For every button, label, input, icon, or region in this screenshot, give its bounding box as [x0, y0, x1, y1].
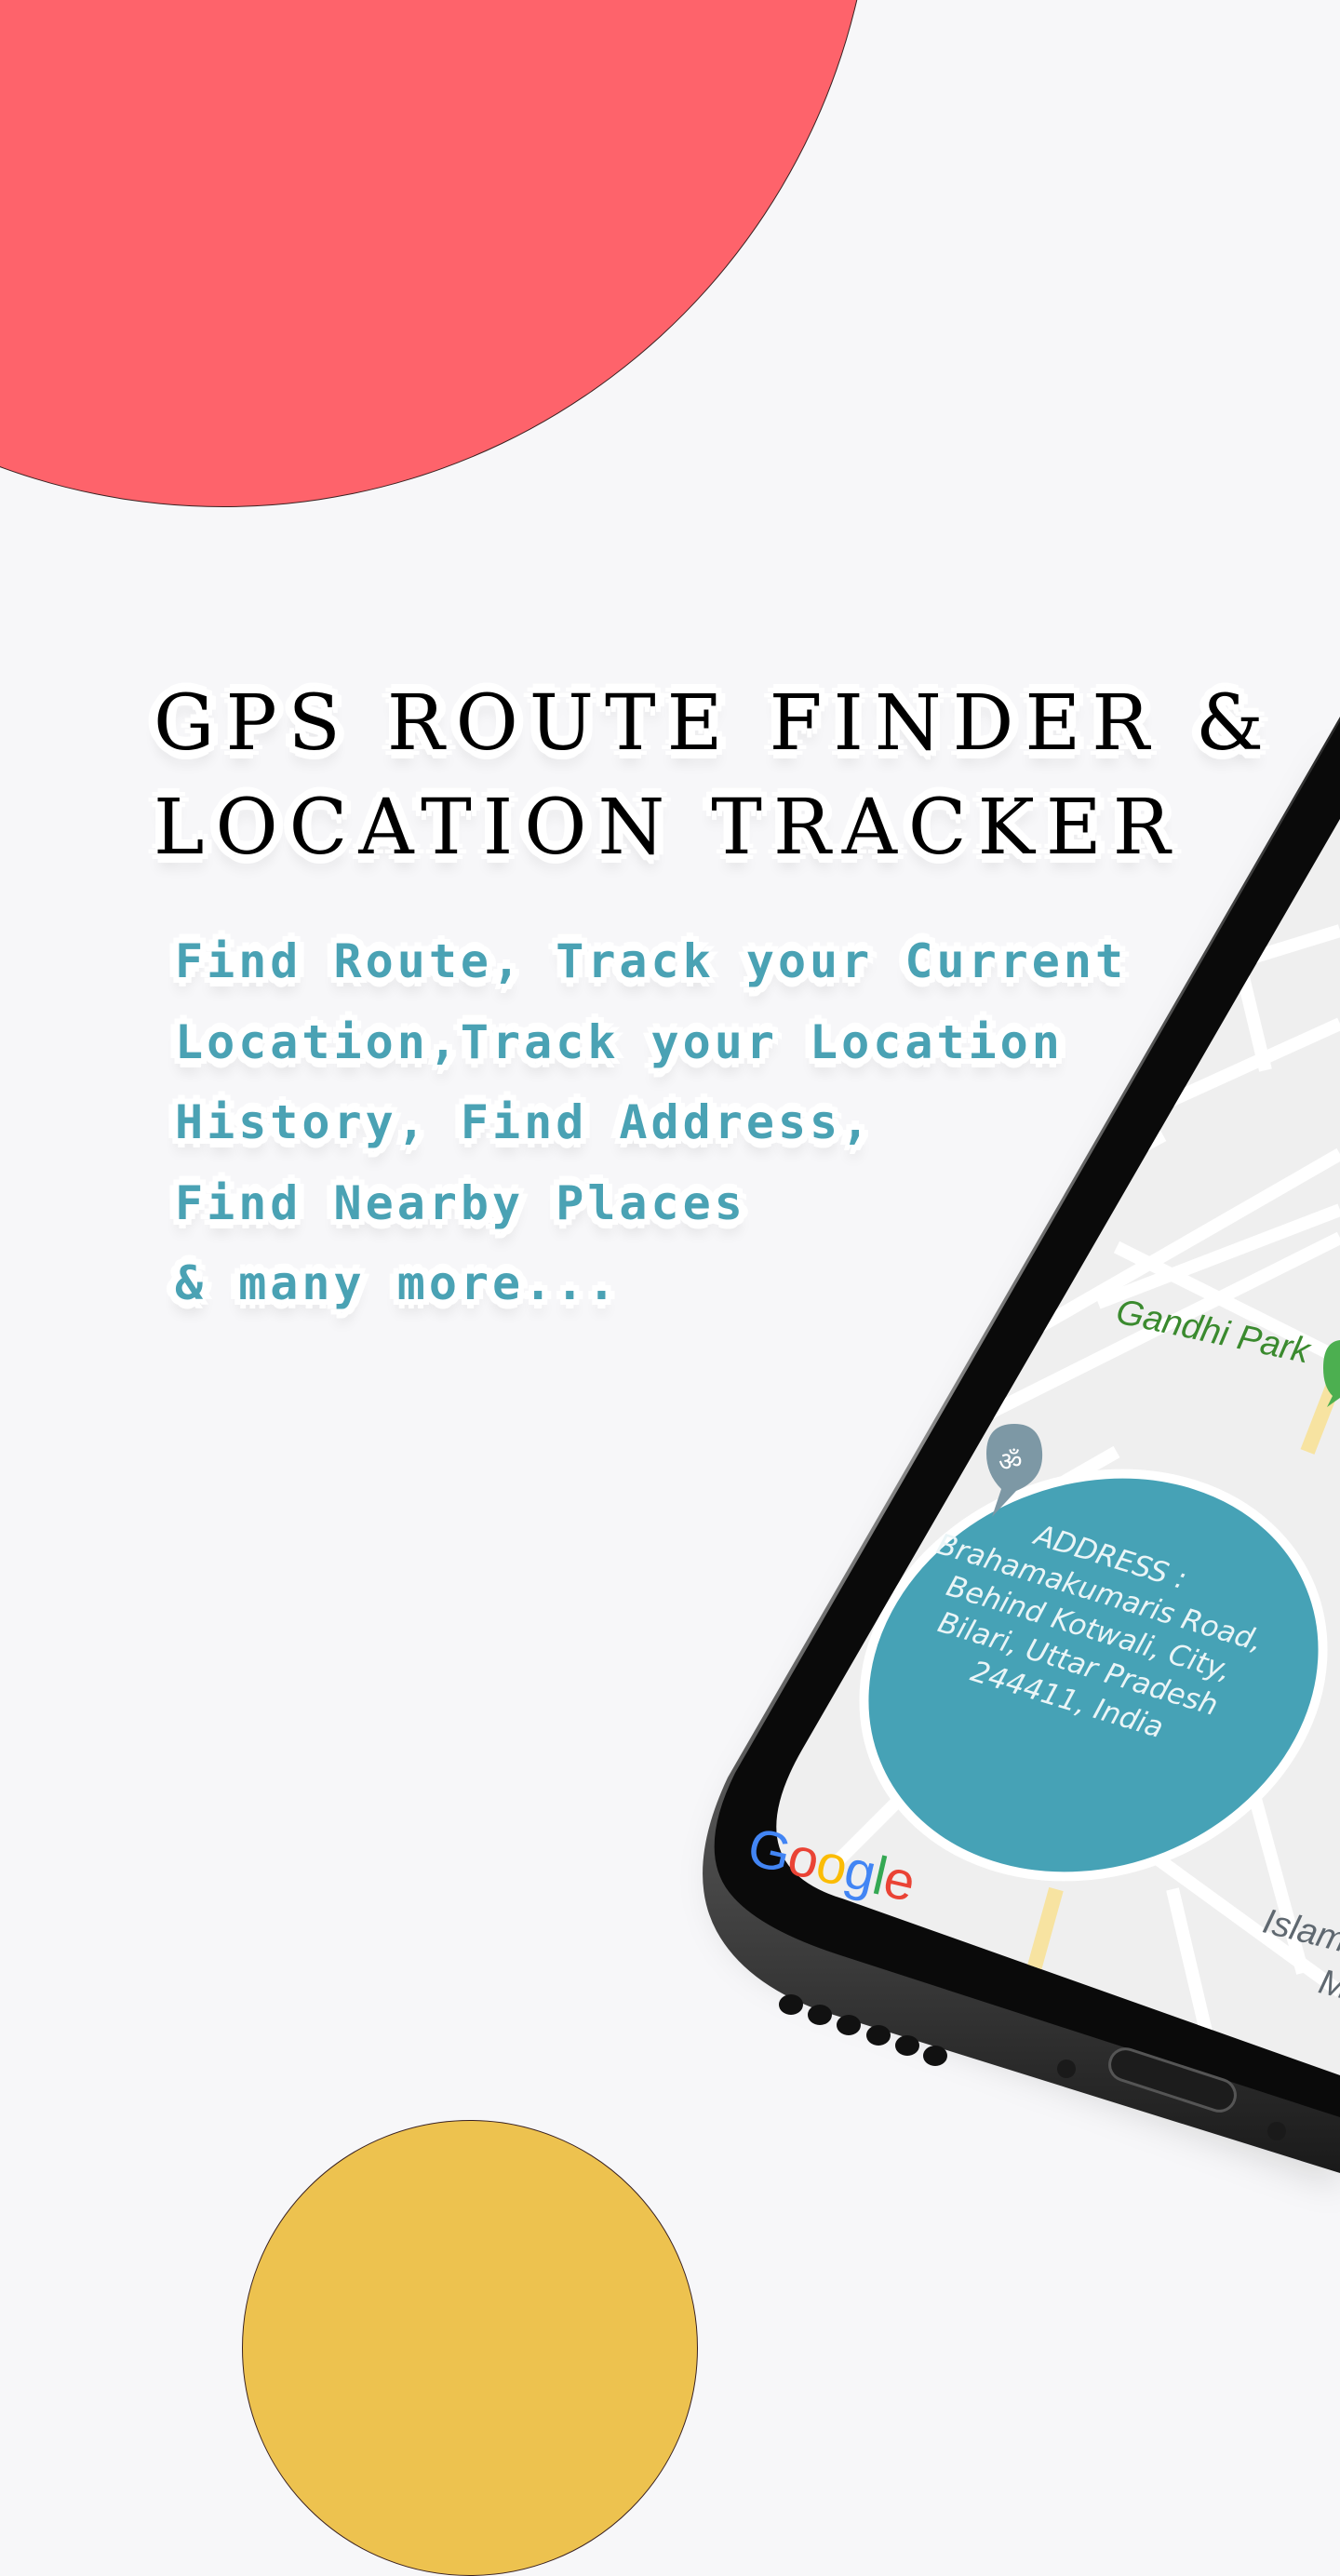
- feature-line: Location,Track your Location: [175, 1014, 1064, 1069]
- feature-line: Find Nearby Places: [175, 1175, 746, 1230]
- feature-line: & many more...: [175, 1256, 620, 1310]
- headline-line-2: Location Tracker: [154, 784, 1182, 872]
- headline: GPS Route Finder & Location Tracker: [154, 672, 1275, 880]
- om-glyph-icon: ॐ: [998, 1446, 1023, 1477]
- screw-left: [1057, 2059, 1076, 2078]
- screw-right: [1267, 2122, 1286, 2140]
- feature-line: Find Route, Track your Current: [175, 934, 1128, 988]
- feature-line: History, Find Address,: [175, 1095, 874, 1149]
- headline-line-1: GPS Route Finder &: [154, 679, 1276, 768]
- feature-description: Find Route, Track your Current Location,…: [175, 921, 1127, 1324]
